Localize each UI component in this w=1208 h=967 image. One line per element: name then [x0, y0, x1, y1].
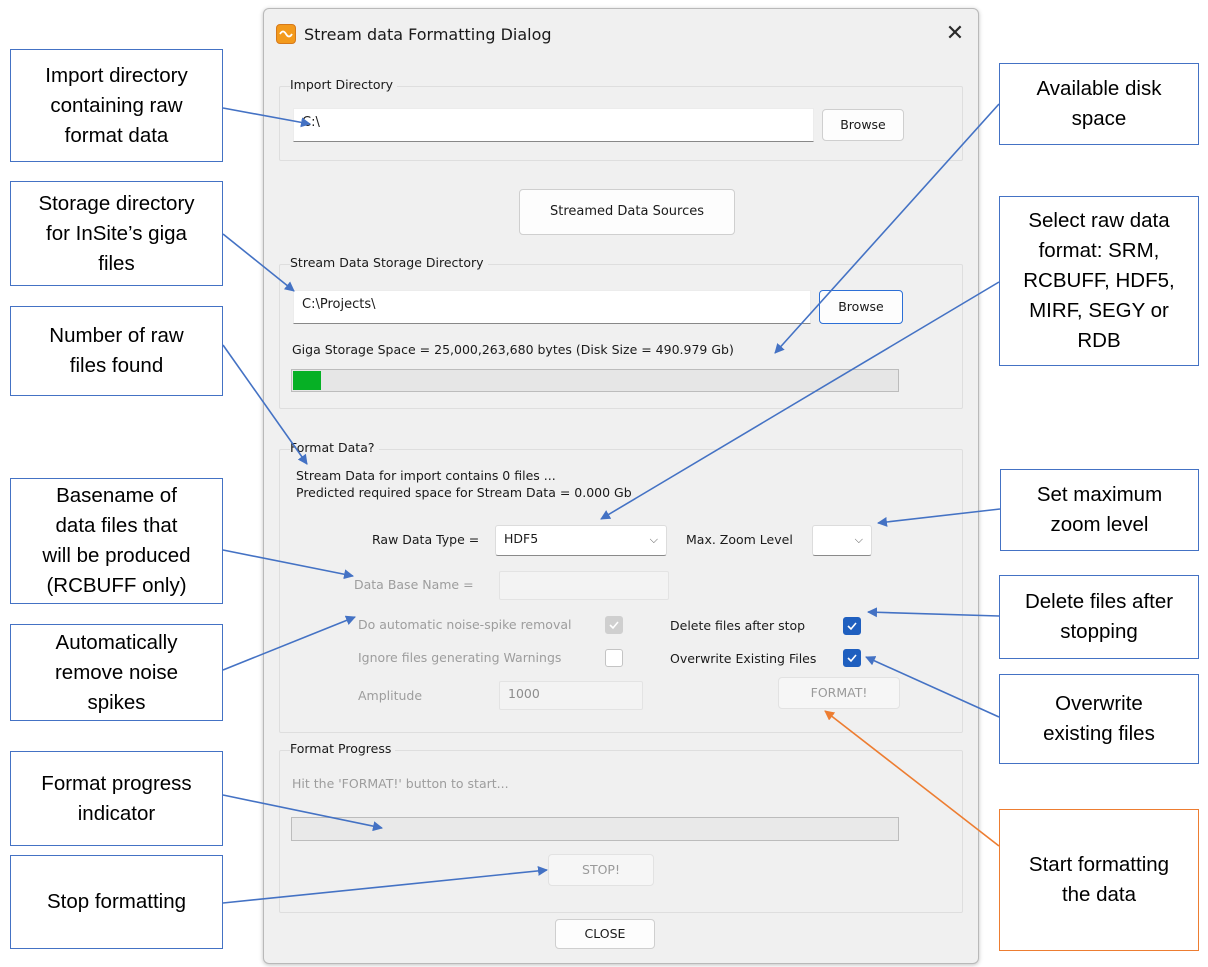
arrow-stop [222, 865, 548, 904]
arrow-overwrite [865, 656, 1000, 718]
arrow-progress [222, 794, 383, 832]
arrow-raw-format [600, 281, 1000, 520]
arrow-zoom [877, 508, 1001, 527]
arrow-delete [867, 607, 1000, 618]
arrow-noise [222, 615, 356, 671]
arrow-raw-files [222, 344, 308, 465]
callout-arrows [222, 103, 1001, 904]
arrow-disk-space [774, 103, 1000, 354]
arrow-import-directory [222, 107, 311, 128]
arrow-start-formatting [824, 710, 1000, 847]
arrow-storage-directory [222, 233, 295, 292]
arrow-basename [222, 549, 354, 580]
